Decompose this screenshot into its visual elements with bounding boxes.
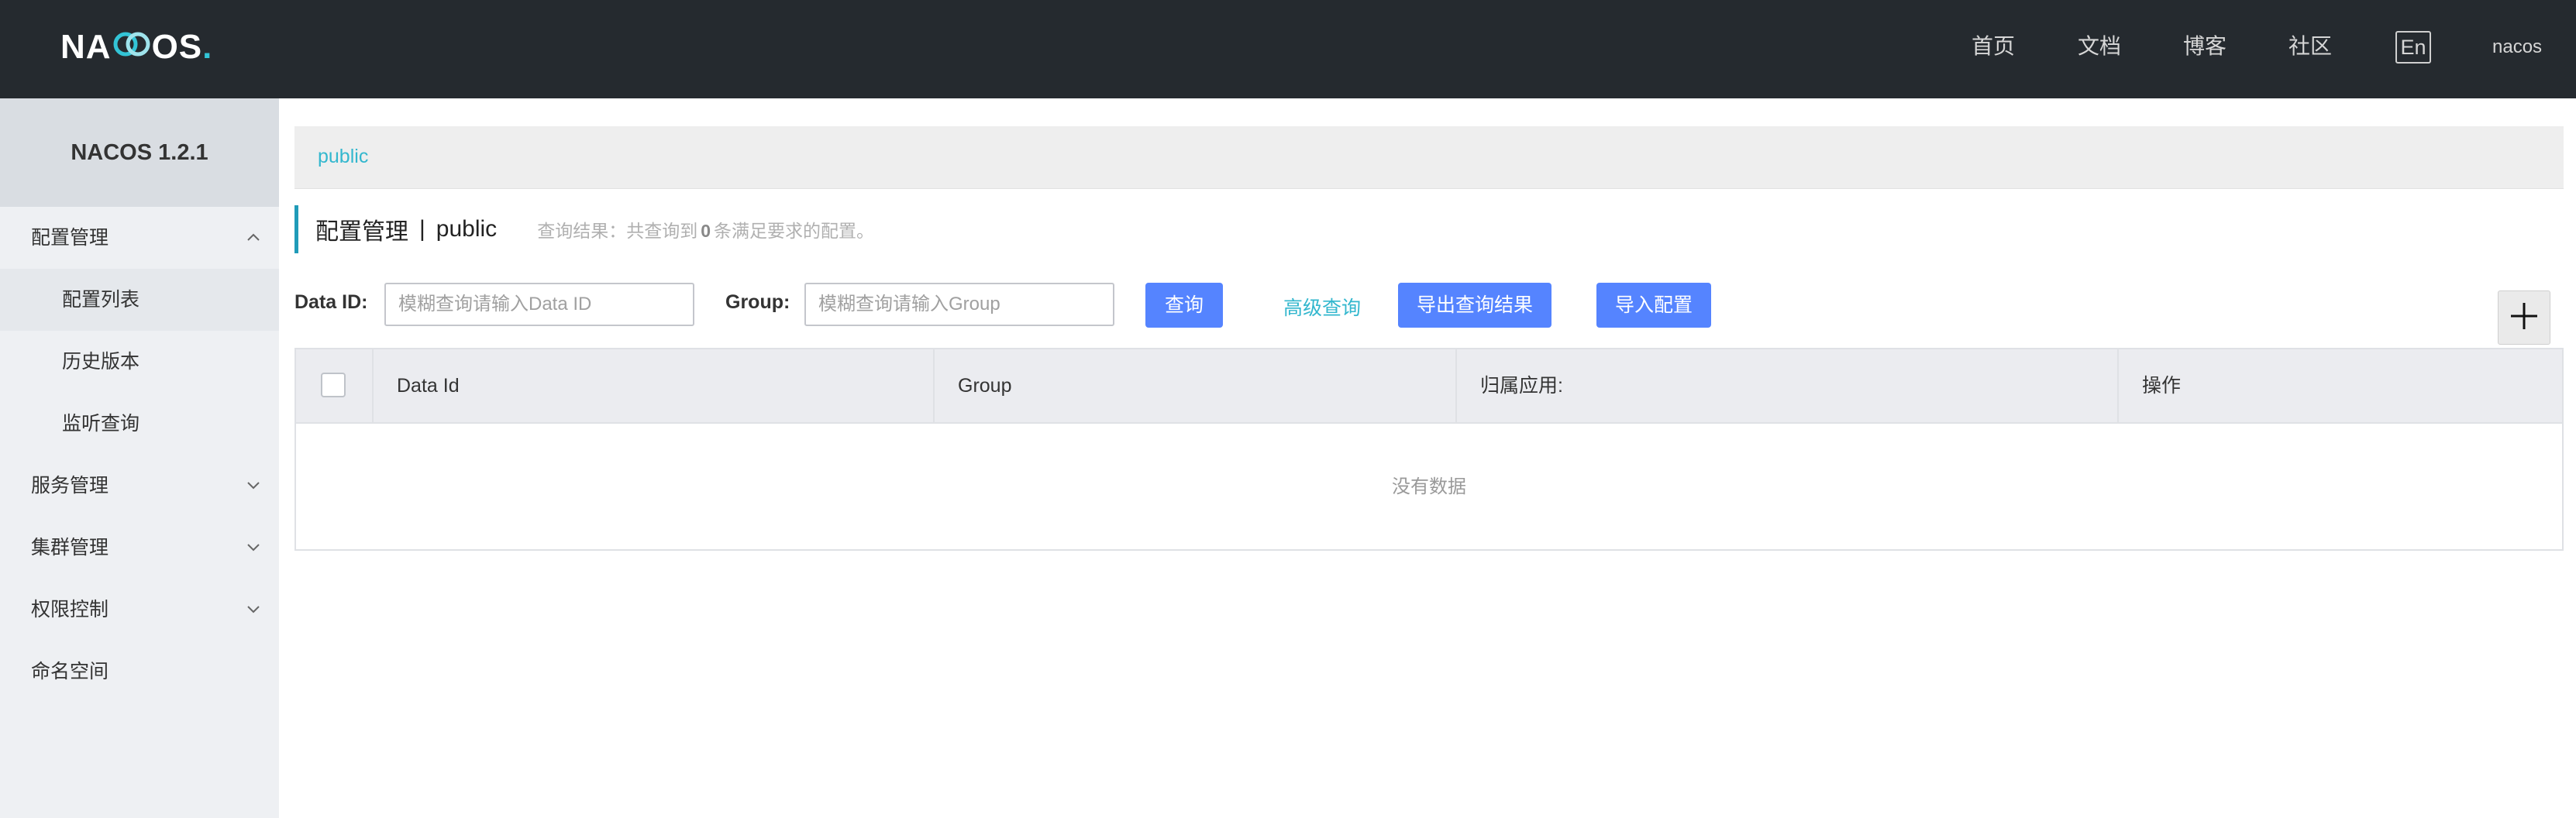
- sidebar-item-label: 监听查询: [62, 413, 140, 435]
- advanced-query-link[interactable]: 高级查询: [1283, 293, 1361, 321]
- logo-ring-icon: [112, 28, 151, 67]
- result-prefix: 查询结果：共查询到: [537, 221, 698, 241]
- column-label: 归属应用:: [1480, 375, 1563, 397]
- namespace-tab-public[interactable]: public: [318, 146, 368, 168]
- top-header: NA OS . 首页 文档 博客 社区 En nacos: [0, 0, 2576, 98]
- chevron-up-icon: [245, 229, 262, 246]
- sidebar-item-config-list[interactable]: 配置列表: [0, 269, 279, 331]
- sidebar-item-config-management[interactable]: 配置管理: [0, 207, 279, 269]
- config-table: Data Id Group 归属应用: 操作 没有数据: [294, 348, 2564, 551]
- title-separator: |: [419, 216, 425, 242]
- sidebar-item-label: 历史版本: [62, 351, 140, 373]
- user-menu[interactable]: nacos: [2492, 33, 2542, 62]
- empty-state-text: 没有数据: [1392, 476, 1466, 497]
- export-results-button[interactable]: 导出查询结果: [1398, 283, 1551, 328]
- chevron-down-icon: [245, 538, 262, 555]
- logo-text-right: OS: [151, 28, 203, 66]
- sidebar-item-label: 配置列表: [62, 289, 140, 311]
- page-heading: 配置管理 | public 查询结果：共查询到 0 条满足要求的配置。: [294, 205, 874, 253]
- nav-docs[interactable]: 文档: [2078, 31, 2121, 62]
- select-all-column: [296, 349, 374, 422]
- column-header-app[interactable]: 归属应用:: [1457, 349, 2119, 422]
- data-id-label: Data ID:: [294, 291, 368, 313]
- sidebar-item-history[interactable]: 历史版本: [0, 331, 279, 393]
- sidebar-item-access-control[interactable]: 权限控制: [0, 579, 279, 641]
- page-title: 配置管理: [315, 219, 408, 245]
- column-label: Data Id: [397, 375, 460, 397]
- namespace-bar: public: [294, 126, 2564, 189]
- table-header: Data Id Group 归属应用: 操作: [296, 349, 2562, 424]
- sidebar-item-label: 集群管理: [31, 537, 109, 559]
- sidebar-title: NACOS 1.2.1: [0, 98, 279, 207]
- sidebar-item-label: 命名空间: [31, 661, 109, 682]
- plus-icon: [2508, 300, 2540, 336]
- chevron-down-icon: [245, 476, 262, 493]
- sidebar-item-cluster-management[interactable]: 集群管理: [0, 517, 279, 579]
- sidebar-item-namespace[interactable]: 命名空间: [0, 641, 279, 703]
- nav-community[interactable]: 社区: [2288, 31, 2332, 62]
- sidebar-item-label: 服务管理: [31, 475, 109, 497]
- group-input[interactable]: [804, 283, 1114, 326]
- language-toggle-button[interactable]: En: [2395, 31, 2431, 64]
- add-config-button[interactable]: [2498, 290, 2550, 345]
- data-id-input[interactable]: [384, 283, 694, 326]
- chevron-down-icon: [245, 600, 262, 617]
- select-all-checkbox[interactable]: [321, 373, 346, 397]
- nav-home[interactable]: 首页: [1972, 31, 2015, 62]
- column-label: Group: [958, 375, 1012, 397]
- column-header-group[interactable]: Group: [935, 349, 1457, 422]
- column-header-actions: 操作: [2119, 349, 2562, 422]
- sidebar: NACOS 1.2.1 配置管理 配置列表 历史版本 监听查询 服务管理 集群管…: [0, 98, 279, 818]
- sidebar-item-label: 配置管理: [31, 227, 109, 249]
- logo-dot: .: [202, 28, 213, 66]
- sidebar-item-service-management[interactable]: 服务管理: [0, 455, 279, 517]
- column-header-data-id[interactable]: Data Id: [374, 349, 935, 422]
- group-label: Group:: [725, 291, 790, 313]
- column-label: 操作: [2142, 375, 2182, 397]
- nacos-logo[interactable]: NA OS .: [60, 28, 212, 67]
- sidebar-item-label: 权限控制: [31, 599, 109, 620]
- logo-text-left: NA: [60, 28, 112, 66]
- sidebar-item-listener-query[interactable]: 监听查询: [0, 393, 279, 455]
- query-result-summary: 查询结果：共查询到 0 条满足要求的配置。: [537, 216, 874, 242]
- result-suffix: 条满足要求的配置。: [713, 221, 874, 241]
- result-count: 0: [701, 221, 711, 241]
- page-namespace: public: [436, 216, 498, 242]
- query-button[interactable]: 查询: [1145, 283, 1223, 328]
- import-config-button[interactable]: 导入配置: [1596, 283, 1711, 328]
- nav-blog[interactable]: 博客: [2183, 31, 2226, 62]
